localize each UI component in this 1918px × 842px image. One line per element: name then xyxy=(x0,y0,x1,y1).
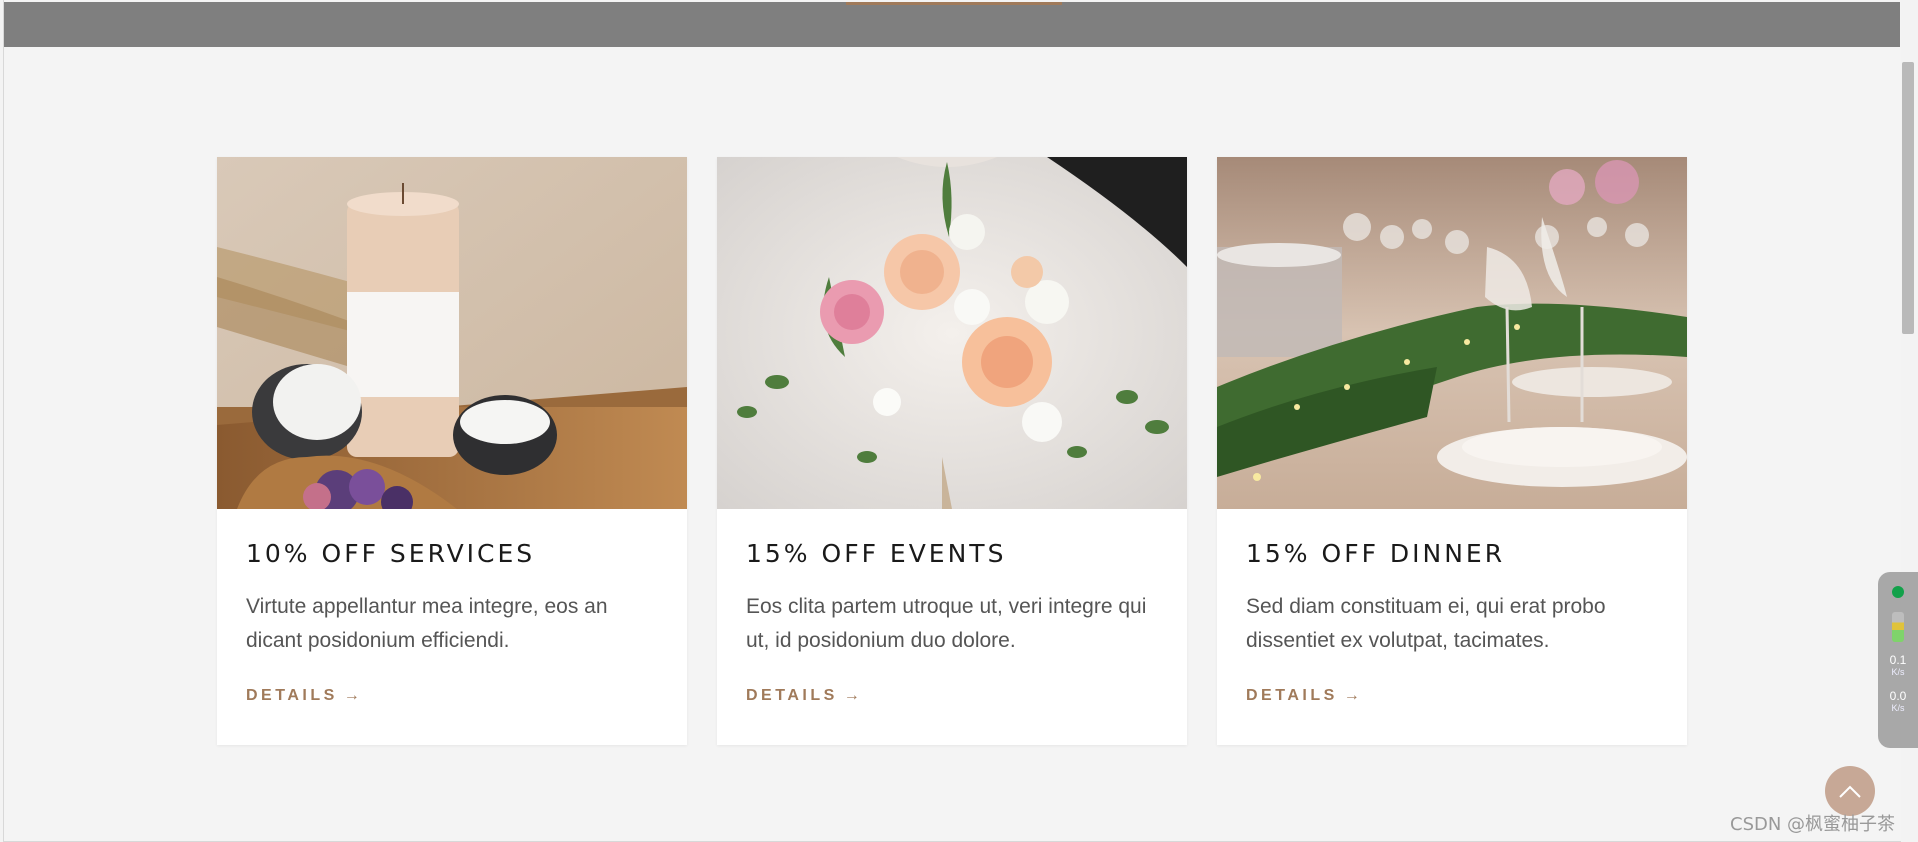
upload-speed: 0.1 K/s xyxy=(1890,654,1907,678)
back-to-top-button[interactable] xyxy=(1825,766,1875,816)
offer-description: Sed diam constituam ei, qui erat probo d… xyxy=(1246,595,1606,652)
candles-image xyxy=(217,157,687,509)
offer-title: 15% OFF EVENTS xyxy=(746,539,1007,568)
arrow-right-icon: → xyxy=(343,687,360,704)
network-speed-widget[interactable]: 0.1 K/s 0.0 K/s xyxy=(1878,572,1918,748)
arrow-right-icon: → xyxy=(843,687,860,704)
chevron-up-icon xyxy=(1839,785,1861,798)
offer-card-events: 15% OFF EVENTS Eos clita partem utroque … xyxy=(717,157,1187,745)
offer-title: 10% OFF SERVICES xyxy=(246,539,536,568)
scrollbar-thumb[interactable] xyxy=(1902,62,1914,334)
offer-card-services: 10% OFF SERVICES Virtute appellantur mea… xyxy=(217,157,687,745)
details-label: DETAILS xyxy=(746,687,838,704)
details-link[interactable]: DETAILS → xyxy=(1246,687,1360,705)
offer-description: Eos clita partem utroque ut, veri integr… xyxy=(746,595,1147,652)
offer-description: Virtute appellantur mea integre, eos an … xyxy=(246,595,608,652)
active-nav-indicator xyxy=(846,2,1062,5)
watermark-text: CSDN @枫蜜柚子茶 xyxy=(1730,814,1896,835)
details-link[interactable]: DETAILS → xyxy=(746,687,860,705)
details-label: DETAILS xyxy=(246,687,338,704)
download-value: 0.0 xyxy=(1889,689,1907,703)
top-navigation-bar xyxy=(4,2,1900,47)
arrow-right-icon: → xyxy=(1343,687,1360,704)
download-speed: 0.0 K/s xyxy=(1890,690,1907,714)
offer-title: 15% OFF DINNER xyxy=(1246,539,1506,568)
details-label: DETAILS xyxy=(1246,687,1338,704)
details-link[interactable]: DETAILS → xyxy=(246,687,360,705)
upload-value: 0.1 xyxy=(1889,653,1907,667)
bouquet-image xyxy=(717,157,1187,509)
offers-section: 10% OFF SERVICES Virtute appellantur mea… xyxy=(217,157,1687,745)
status-dot-icon xyxy=(1892,586,1904,598)
download-unit: K/s xyxy=(1891,703,1905,713)
offer-card-dinner: 15% OFF DINNER Sed diam constituam ei, q… xyxy=(1217,157,1687,745)
upload-unit: K/s xyxy=(1891,667,1905,677)
load-meter-icon xyxy=(1892,612,1904,642)
dinner-table-image xyxy=(1217,157,1687,509)
